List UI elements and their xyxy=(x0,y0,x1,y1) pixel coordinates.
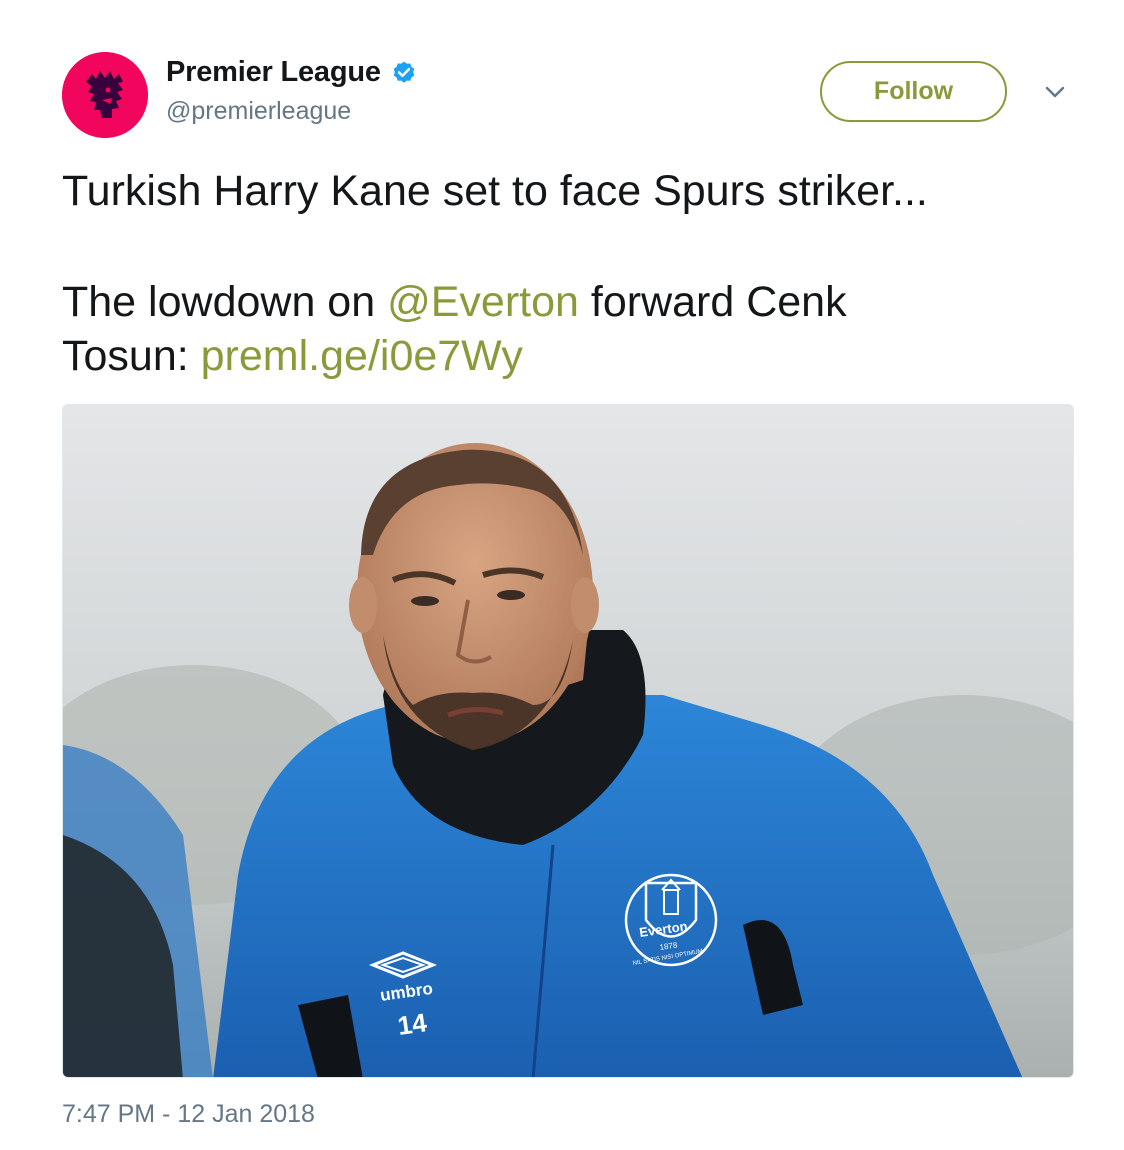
tweet-photo[interactable]: umbro 14 Everton 1878 NIL SATIS NISI OPT… xyxy=(62,404,1074,1078)
tweet-line-2-prefix: The lowdown on xyxy=(62,278,388,326)
player-photo: umbro 14 Everton 1878 NIL SATIS NISI OPT… xyxy=(63,405,1073,1077)
tweet-card: Premier League @premierleague Follow Tur… xyxy=(0,0,1124,1150)
tweet-text: Turkish Harry Kane set to face Spurs str… xyxy=(62,164,1072,383)
avatar[interactable] xyxy=(62,52,148,138)
everton-mention-link[interactable]: @Everton xyxy=(387,278,579,326)
article-url-link[interactable]: preml.ge/i0e7Wy xyxy=(201,332,523,380)
account-name-row: Premier League xyxy=(166,56,417,89)
tweet-timestamp[interactable]: 7:47 PM - 12 Jan 2018 xyxy=(62,1100,315,1129)
tweet-line-3-prefix: Tosun: xyxy=(62,332,201,380)
tweet-line-1: Turkish Harry Kane set to face Spurs str… xyxy=(62,167,928,215)
follow-button[interactable]: Follow xyxy=(820,61,1007,122)
premier-league-lion-logo xyxy=(62,52,148,138)
chevron-down-icon[interactable] xyxy=(1040,80,1070,104)
tweet-line-3: Tosun: preml.ge/i0e7Wy xyxy=(62,329,1072,383)
display-name[interactable]: Premier League xyxy=(166,56,381,89)
verified-badge-icon xyxy=(393,61,415,83)
tweet-line-2: The lowdown on @Everton forward Cenk xyxy=(62,275,1072,329)
tweet-line-2-suffix: forward Cenk xyxy=(578,278,847,326)
shirt-number: 14 xyxy=(396,1007,429,1041)
account-handle[interactable]: @premierleague xyxy=(166,97,351,126)
